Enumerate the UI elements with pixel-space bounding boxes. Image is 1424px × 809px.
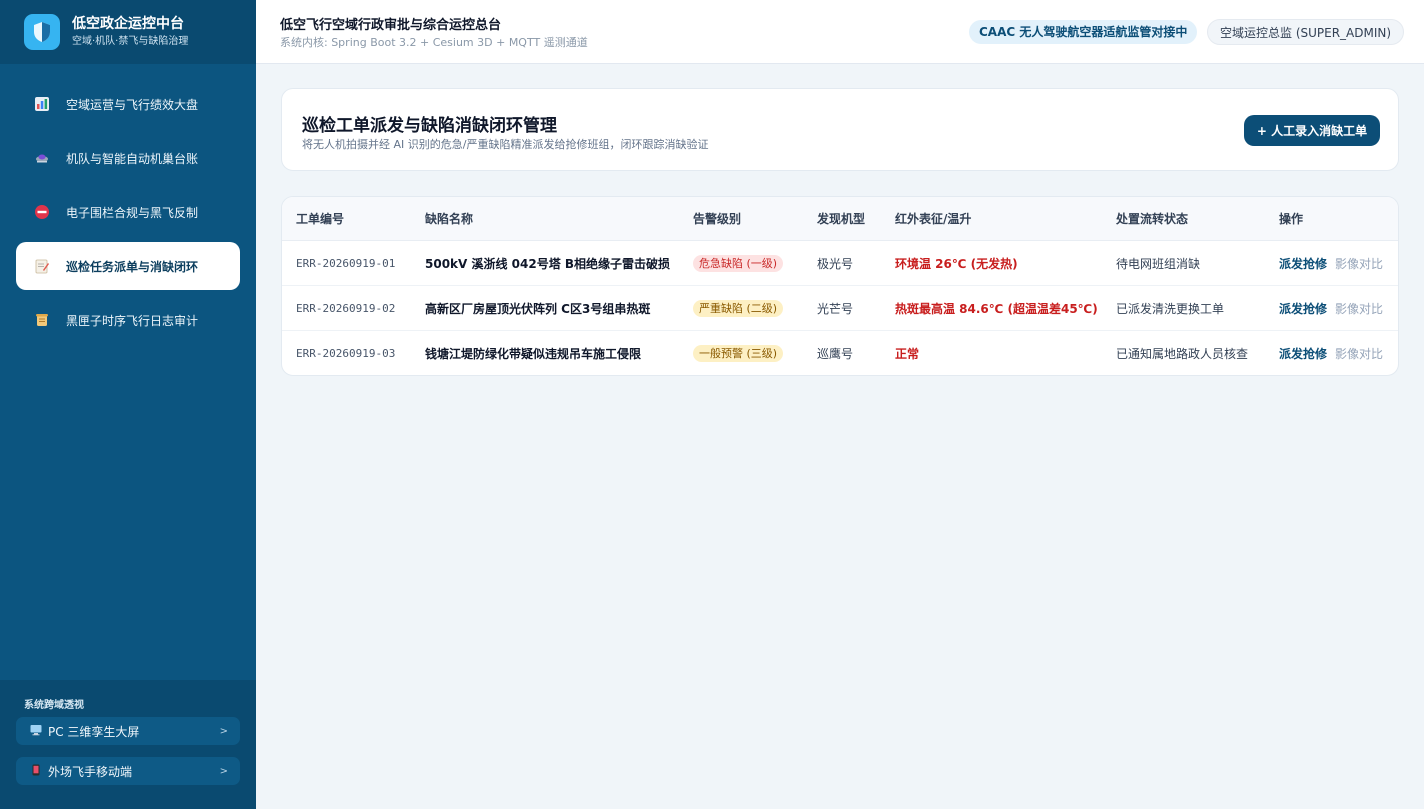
sidebar-item-label: 空域运营与飞行绩效大盘: [66, 97, 199, 112]
column-header-thermal: 红外表征/温升: [895, 212, 972, 226]
sidebar-item-fleet[interactable]: 机队与智能自动机巢台账: [16, 134, 240, 182]
row-actions: 派发抢修 影像对比: [1279, 331, 1383, 375]
work-order-id: ERR-20260919-03: [296, 347, 396, 360]
sidebar-item-label: 电子围栏合规与黑飞反制: [66, 205, 199, 220]
sidebar: 低空政企运控中台 空域·机队·禁飞与缺陷治理 空域运营与飞行绩效大盘 机队与智能…: [0, 0, 256, 809]
workflow-status: 待电网班组消缺: [1116, 256, 1201, 271]
bar-chart-icon: [34, 96, 50, 112]
alert-level-cell: 一般预警 (三级): [693, 331, 784, 375]
brand: 低空政企运控中台 空域·机队·禁飞与缺陷治理: [0, 0, 256, 64]
defect-name: 500kV 溪浙线 042号塔 B相绝缘子雷击破损: [425, 256, 671, 271]
work-order-table: 工单编号 缺陷名称 告警级别 发现机型 红外表征/温升 处置流转状态 操作 ER…: [281, 196, 1399, 376]
column-header-actions: 操作: [1279, 212, 1304, 226]
no-entry-icon: [34, 204, 50, 220]
dispatch-repair-button[interactable]: 派发抢修: [1279, 345, 1327, 362]
app-subtitle: 空域·机队·禁飞与缺陷治理: [72, 36, 189, 47]
mobile-pilot-link[interactable]: 外场飞手移动端 >: [16, 757, 240, 785]
workflow-status: 已派发清洗更换工单: [1116, 301, 1225, 316]
alert-level-cell: 严重缺陷 (二级): [693, 286, 784, 330]
sidebar-item-label: 巡检任务派单与消缺闭环: [66, 259, 199, 274]
drone-icon: [34, 150, 50, 166]
image-compare-button[interactable]: 影像对比: [1335, 345, 1383, 362]
page-title: 低空飞行空域行政审批与综合运控总台: [280, 18, 502, 33]
monitor-icon: [30, 724, 42, 739]
drone-model: 巡鹰号: [817, 347, 854, 361]
column-header-name: 缺陷名称: [425, 212, 474, 226]
section-description: 将无人机拍摄并经 AI 识别的危急/严重缺陷精准派发给抢修班组，闭环跟踪消缺验证: [302, 138, 709, 151]
section-title: 巡检工单派发与缺陷消缺闭环管理: [302, 116, 557, 136]
memo-icon: [34, 258, 50, 274]
defect-name: 高新区厂房屋顶光伏阵列 C区3号组串热斑: [425, 301, 651, 316]
topbar: 低空飞行空域行政审批与综合运控总台 系统内核: Spring Boot 3.2 …: [256, 0, 1424, 64]
thermal-reading: 正常: [895, 347, 920, 361]
sidebar-item-inspection[interactable]: 巡检任务派单与消缺闭环: [16, 242, 240, 290]
work-order-id: ERR-20260919-01: [296, 256, 396, 270]
thermal-reading: 环境温 26℃ (无发热): [895, 256, 1018, 271]
column-header-model: 发现机型: [817, 212, 866, 226]
caac-status-badge: CAAC 无人驾驶航空器适航监管对接中: [969, 20, 1198, 44]
thermal-reading: 热斑最高温 84.6℃ (超温温差45℃): [895, 301, 1098, 316]
add-work-order-button[interactable]: + 人工录入消缺工单: [1244, 115, 1380, 146]
sidebar-item-label: 机队与智能自动机巢台账: [66, 151, 199, 166]
system-kernel-info: 系统内核: Spring Boot 3.2 + Cesium 3D + MQTT…: [280, 36, 588, 49]
workflow-status: 已通知属地路政人员核查: [1116, 347, 1249, 361]
table-row: ERR-20260919-03 钱塘江堤防绿化带疑似违规吊车施工侵限 一般预警 …: [282, 331, 1398, 375]
scroll-icon: [34, 312, 50, 328]
drone-model: 光芒号: [817, 301, 854, 316]
column-header-level: 告警级别: [693, 212, 742, 226]
shield-logo-icon: [24, 14, 60, 50]
chevron-right-icon: >: [219, 765, 228, 777]
user-role-badge[interactable]: 空域运控总监 (SUPER_ADMIN): [1207, 19, 1405, 45]
dispatch-repair-button[interactable]: 派发抢修: [1279, 255, 1327, 272]
section-header-card: 巡检工单派发与缺陷消缺闭环管理 将无人机拍摄并经 AI 识别的危急/严重缺陷精准…: [281, 88, 1399, 171]
table-row: ERR-20260919-01 500kV 溪浙线 042号塔 B相绝缘子雷击破…: [282, 241, 1398, 286]
dispatch-repair-button[interactable]: 派发抢修: [1279, 300, 1327, 317]
alert-level-cell: 危急缺陷 (一级): [693, 241, 784, 285]
chevron-right-icon: >: [219, 725, 228, 737]
pc-twin-screen-label: PC 三维孪生大屏: [48, 724, 140, 739]
mobile-icon: [30, 764, 42, 779]
alert-level-badge: 危急缺陷 (一级): [693, 254, 784, 272]
sidebar-nav: 空域运营与飞行绩效大盘 机队与智能自动机巢台账 电子围栏合规与黑飞反制 巡检任务…: [0, 64, 256, 344]
pc-twin-screen-link[interactable]: PC 三维孪生大屏 >: [16, 717, 240, 745]
row-actions: 派发抢修 影像对比: [1279, 286, 1383, 330]
drone-model: 极光号: [817, 256, 854, 271]
image-compare-button[interactable]: 影像对比: [1335, 300, 1383, 317]
sidebar-item-geofence[interactable]: 电子围栏合规与黑飞反制: [16, 188, 240, 236]
row-actions: 派发抢修 影像对比: [1279, 241, 1383, 285]
column-header-id: 工单编号: [296, 212, 345, 226]
mobile-pilot-label: 外场飞手移动端: [48, 764, 133, 779]
cross-domain-title: 系统跨域透视: [24, 700, 84, 711]
image-compare-button[interactable]: 影像对比: [1335, 255, 1383, 272]
alert-level-badge: 严重缺陷 (二级): [693, 299, 784, 317]
column-header-status: 处置流转状态: [1116, 212, 1189, 226]
table-header: 工单编号 缺陷名称 告警级别 发现机型 红外表征/温升 处置流转状态 操作: [282, 197, 1398, 241]
app-title: 低空政企运控中台: [72, 16, 184, 32]
defect-name: 钱塘江堤防绿化带疑似违规吊车施工侵限: [425, 347, 642, 361]
work-order-id: ERR-20260919-02: [296, 301, 396, 315]
table-row: ERR-20260919-02 高新区厂房屋顶光伏阵列 C区3号组串热斑 严重缺…: [282, 286, 1398, 331]
sidebar-item-label: 黑匣子时序飞行日志审计: [66, 313, 199, 328]
sidebar-item-dashboard[interactable]: 空域运营与飞行绩效大盘: [16, 80, 240, 128]
alert-level-badge: 一般预警 (三级): [693, 345, 784, 362]
sidebar-cross-domain: 系统跨域透视 PC 三维孪生大屏 > 外场飞手移动端 >: [0, 680, 256, 809]
sidebar-item-blackbox[interactable]: 黑匣子时序飞行日志审计: [16, 296, 240, 344]
